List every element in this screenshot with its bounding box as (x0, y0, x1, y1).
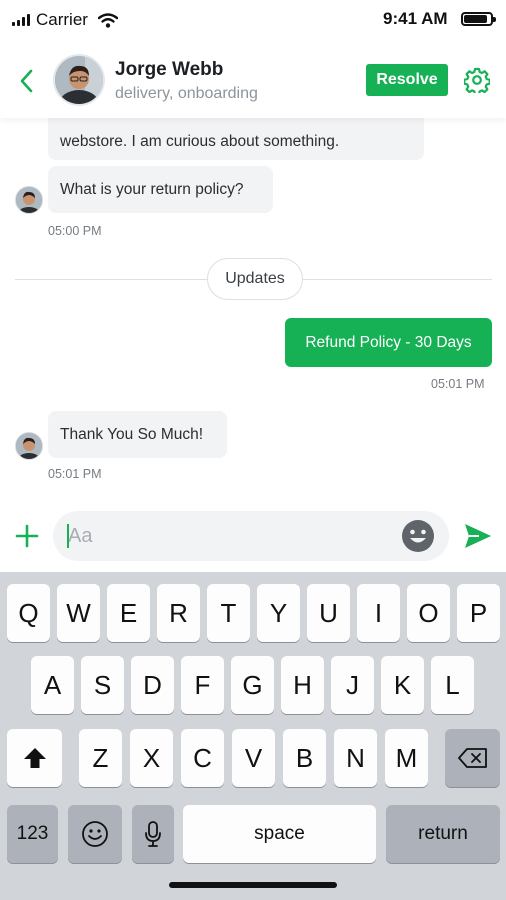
message-text: Thank You So Much! (60, 425, 204, 443)
message-bubble-incoming: What is your return policy? (48, 166, 273, 213)
text-caret (67, 524, 69, 548)
contact-name: Jorge Webb (115, 59, 224, 80)
settings-button[interactable] (463, 67, 491, 96)
key-m[interactable]: M (385, 729, 428, 787)
message-bubble-outgoing: Refund Policy - 30 Days (285, 318, 492, 367)
keyboard: Q W E R T Y U I O P A S D F G H J K L Z … (0, 572, 506, 900)
message-timestamp: 05:01 PM (48, 467, 102, 481)
key-l[interactable]: L (431, 656, 474, 714)
carrier-label: Carrier (36, 10, 88, 29)
key-u[interactable]: U (307, 584, 350, 642)
plus-icon (15, 524, 39, 548)
carrier-info: Carrier (12, 10, 118, 30)
message-list[interactable]: webstore. I am curious about something. … (0, 118, 506, 500)
key-w[interactable]: W (57, 584, 100, 642)
smiley-icon (402, 520, 434, 552)
backspace-key[interactable] (445, 729, 500, 787)
microphone-icon (145, 821, 161, 847)
key-p[interactable]: P (457, 584, 500, 642)
contact-avatar[interactable] (53, 54, 105, 106)
key-r[interactable]: R (157, 584, 200, 642)
emoji-key[interactable] (68, 805, 122, 863)
battery-level (464, 15, 488, 23)
home-indicator[interactable] (169, 882, 337, 888)
key-e[interactable]: E (107, 584, 150, 642)
sender-avatar (15, 432, 43, 460)
sender-avatar (15, 186, 43, 214)
add-attachment-button[interactable] (14, 523, 40, 549)
key-g[interactable]: G (231, 656, 274, 714)
back-button[interactable] (14, 66, 42, 96)
key-t[interactable]: T (207, 584, 250, 642)
key-o[interactable]: O (407, 584, 450, 642)
message-text: What is your return policy? (60, 180, 244, 198)
dictation-key[interactable] (132, 805, 174, 863)
key-s[interactable]: S (81, 656, 124, 714)
emoji-button[interactable] (401, 519, 435, 553)
contact-tags: delivery, onboarding (115, 85, 258, 102)
avatar-image (16, 433, 42, 459)
backspace-icon (457, 748, 487, 768)
chevron-left-icon (20, 69, 33, 93)
key-c[interactable]: C (181, 729, 224, 787)
key-i[interactable]: I (357, 584, 400, 642)
message-input[interactable] (53, 511, 449, 561)
message-text: webstore. I am curious about something. (60, 133, 340, 150)
shift-key[interactable] (7, 729, 62, 787)
chat-header: Jorge Webb delivery, onboarding Resolve (0, 44, 506, 118)
message-bubble-incoming: Thank You So Much! (48, 411, 227, 458)
key-y[interactable]: Y (257, 584, 300, 642)
key-h[interactable]: H (281, 656, 324, 714)
key-v[interactable]: V (232, 729, 275, 787)
key-k[interactable]: K (381, 656, 424, 714)
battery-icon (461, 12, 496, 26)
avatar-image (16, 187, 42, 213)
key-q[interactable]: Q (7, 584, 50, 642)
resolve-button[interactable]: Resolve (366, 64, 448, 96)
message-composer (0, 500, 506, 572)
message-timestamp: 05:01 PM (431, 377, 485, 391)
key-z[interactable]: Z (79, 729, 122, 787)
wifi-icon (97, 12, 118, 28)
key-a[interactable]: A (31, 656, 74, 714)
status-bar: Carrier 9:41 AM (0, 0, 506, 44)
space-key[interactable]: space (183, 805, 376, 863)
emoji-icon (82, 821, 108, 847)
numbers-key[interactable]: 123 (7, 805, 58, 863)
send-button[interactable] (463, 522, 493, 550)
gear-icon (463, 67, 491, 96)
key-n[interactable]: N (334, 729, 377, 787)
updates-divider-pill: Updates (207, 258, 303, 300)
return-key[interactable]: return (386, 805, 500, 863)
avatar-image (55, 56, 103, 104)
shift-icon (23, 748, 46, 768)
message-bubble-incoming: webstore. I am curious about something. (48, 118, 424, 160)
key-d[interactable]: D (131, 656, 174, 714)
clock: 9:41 AM (383, 9, 448, 28)
key-f[interactable]: F (181, 656, 224, 714)
key-b[interactable]: B (283, 729, 326, 787)
signal-icon (12, 14, 30, 26)
key-j[interactable]: J (331, 656, 374, 714)
key-x[interactable]: X (130, 729, 173, 787)
message-timestamp: 05:00 PM (48, 224, 102, 238)
send-icon (465, 524, 491, 548)
message-text: Refund Policy - 30 Days (305, 333, 472, 351)
